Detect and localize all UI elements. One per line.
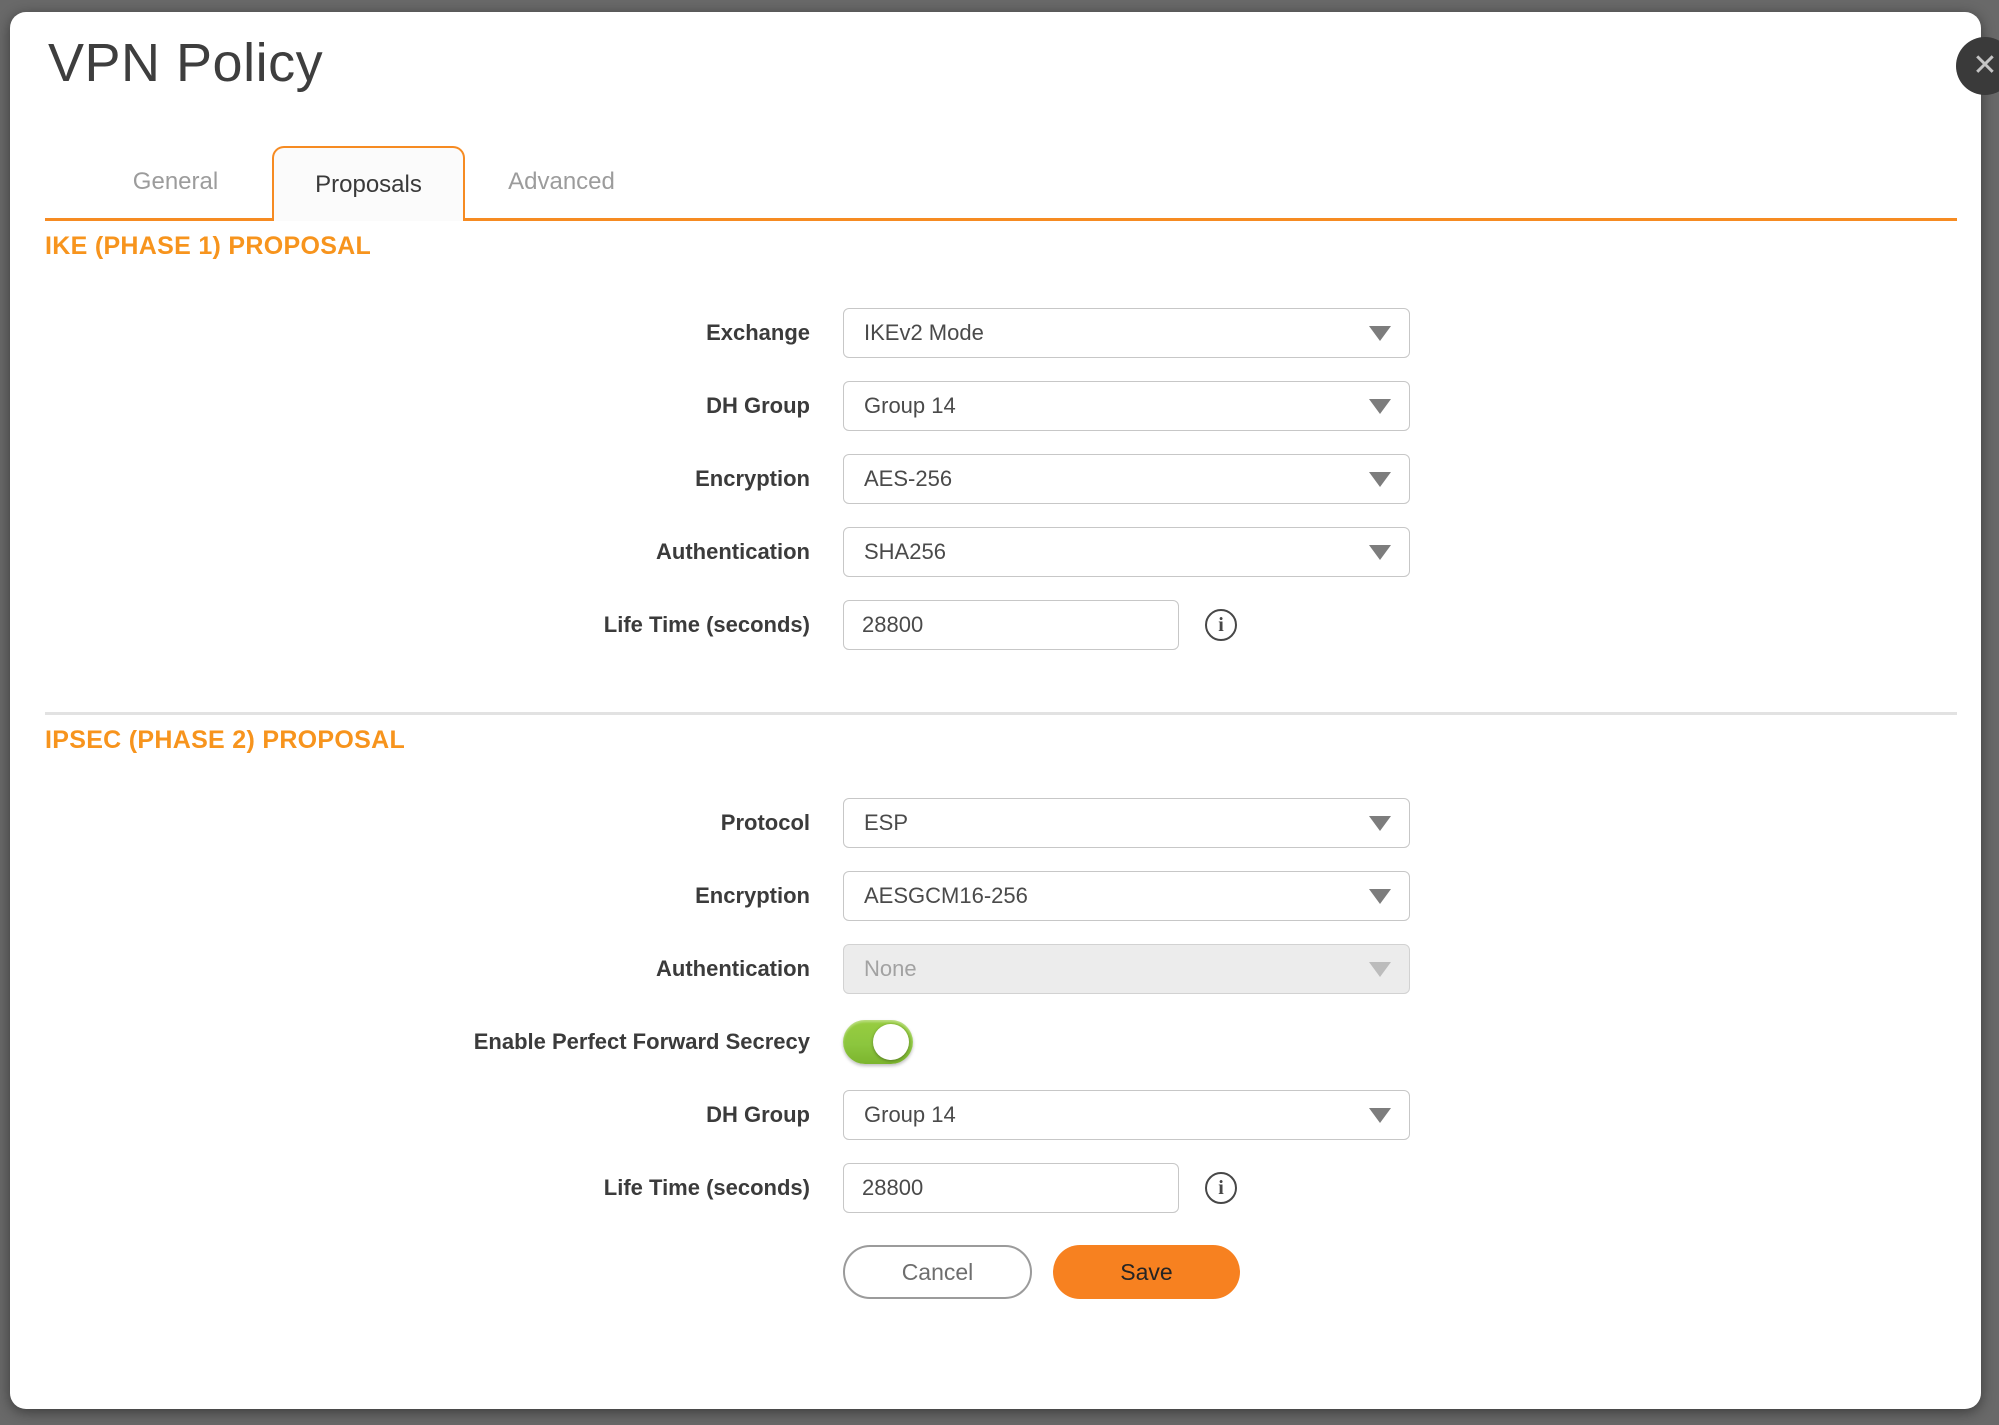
save-button[interactable]: Save [1053, 1245, 1240, 1299]
section-heading-ike-phase1: IKE (PHASE 1) PROPOSAL [45, 232, 371, 261]
tab-general[interactable]: General [79, 146, 272, 218]
info-icon[interactable]: i [1205, 609, 1237, 641]
form-row-encryption: Encryption AES-256 [10, 442, 1981, 515]
tab-advanced-label: Advanced [508, 168, 615, 196]
chevron-down-icon [1369, 816, 1391, 831]
chevron-down-icon [1369, 962, 1391, 977]
form-row-authentication-phase2: Authentication None [10, 932, 1981, 1005]
vpn-policy-dialog: VPN Policy General Proposals Advanced IK… [10, 12, 1981, 1409]
form-row-dh-group: DH Group Group 14 [10, 369, 1981, 442]
authentication-phase2-select: None [843, 944, 1410, 994]
tab-bar: General Proposals Advanced [79, 146, 658, 221]
form-row-protocol: Protocol ESP [10, 786, 1981, 859]
form-row-life-time: Life Time (seconds) i [10, 588, 1981, 661]
form-row-authentication: Authentication SHA256 [10, 515, 1981, 588]
encryption-phase2-label: Encryption [10, 883, 810, 909]
cancel-button[interactable]: Cancel [843, 1245, 1032, 1299]
tab-advanced[interactable]: Advanced [465, 146, 658, 218]
authentication-phase2-label: Authentication [10, 956, 810, 982]
authentication-label: Authentication [10, 539, 810, 565]
dh-group-label: DH Group [10, 393, 810, 419]
modal-backdrop: VPN Policy General Proposals Advanced IK… [0, 0, 1999, 1425]
form-row-encryption-phase2: Encryption AESGCM16-256 [10, 859, 1981, 932]
exchange-select-value: IKEv2 Mode [864, 320, 984, 346]
tab-proposals[interactable]: Proposals [272, 146, 465, 221]
chevron-down-icon [1369, 1108, 1391, 1123]
close-icon: ✕ [1972, 51, 1997, 81]
encryption-phase2-select[interactable]: AESGCM16-256 [843, 871, 1410, 921]
dh-group-select[interactable]: Group 14 [843, 381, 1410, 431]
life-time-phase2-label: Life Time (seconds) [10, 1175, 810, 1201]
authentication-select[interactable]: SHA256 [843, 527, 1410, 577]
exchange-select[interactable]: IKEv2 Mode [843, 308, 1410, 358]
info-icon[interactable]: i [1205, 1172, 1237, 1204]
toggle-knob [873, 1024, 909, 1060]
chevron-down-icon [1369, 545, 1391, 560]
form-row-pfs: Enable Perfect Forward Secrecy [10, 1005, 1981, 1078]
encryption-select[interactable]: AES-256 [843, 454, 1410, 504]
chevron-down-icon [1369, 399, 1391, 414]
dialog-footer: Cancel Save [843, 1245, 1240, 1299]
pfs-toggle[interactable] [843, 1020, 913, 1064]
protocol-label: Protocol [10, 810, 810, 836]
section-heading-ipsec-phase2: IPSEC (PHASE 2) PROPOSAL [45, 726, 405, 755]
protocol-select[interactable]: ESP [843, 798, 1410, 848]
section-divider [45, 712, 1957, 715]
ipsec-phase2-form: Protocol ESP Encryption AESGCM16-256 Aut… [10, 786, 1981, 1224]
dh-group-phase2-select-value: Group 14 [864, 1102, 956, 1128]
form-row-dh-group-phase2: DH Group Group 14 [10, 1078, 1981, 1151]
life-time-input[interactable] [843, 600, 1179, 650]
chevron-down-icon [1369, 472, 1391, 487]
form-row-life-time-phase2: Life Time (seconds) i [10, 1151, 1981, 1224]
encryption-select-value: AES-256 [864, 466, 952, 492]
form-row-exchange: Exchange IKEv2 Mode [10, 296, 1981, 369]
authentication-select-value: SHA256 [864, 539, 946, 565]
info-icon-glyph: i [1218, 615, 1224, 635]
ike-phase1-form: Exchange IKEv2 Mode DH Group Group 14 En… [10, 296, 1981, 661]
authentication-phase2-select-value: None [864, 956, 917, 982]
dh-group-phase2-label: DH Group [10, 1102, 810, 1128]
tab-general-label: General [133, 168, 218, 196]
dh-group-phase2-select[interactable]: Group 14 [843, 1090, 1410, 1140]
page-title: VPN Policy [48, 32, 323, 94]
tab-proposals-label: Proposals [315, 171, 422, 199]
info-icon-glyph: i [1218, 1178, 1224, 1198]
protocol-select-value: ESP [864, 810, 908, 836]
encryption-phase2-select-value: AESGCM16-256 [864, 883, 1028, 909]
dh-group-select-value: Group 14 [864, 393, 956, 419]
life-time-label: Life Time (seconds) [10, 612, 810, 638]
chevron-down-icon [1369, 889, 1391, 904]
encryption-label: Encryption [10, 466, 810, 492]
exchange-label: Exchange [10, 320, 810, 346]
life-time-phase2-input[interactable] [843, 1163, 1179, 1213]
pfs-label: Enable Perfect Forward Secrecy [10, 1029, 810, 1055]
chevron-down-icon [1369, 326, 1391, 341]
